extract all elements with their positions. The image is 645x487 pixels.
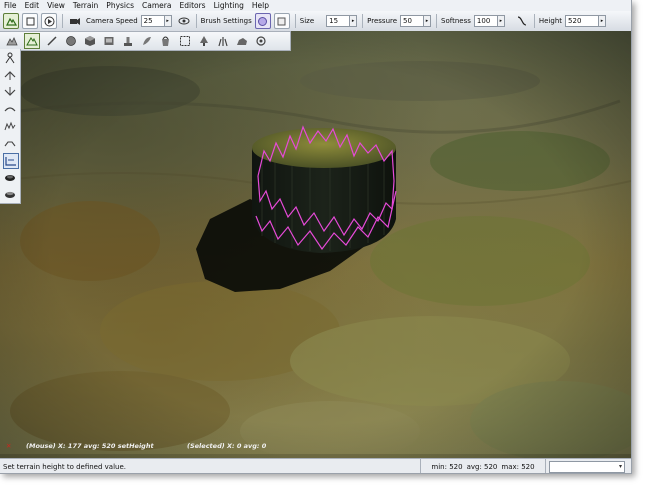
origin-marker: ✕ (6, 442, 12, 450)
softness-label: Softness (441, 17, 471, 25)
height-label: Height (538, 17, 563, 25)
height-arrow[interactable]: ▸ (599, 15, 607, 27)
sphere-icon[interactable] (64, 34, 78, 48)
avg-stat: avg: 520 (466, 462, 498, 471)
terrain-scene (0, 31, 631, 458)
terrain-editor-icon (5, 17, 17, 26)
camera-icon (68, 14, 82, 28)
left-toolbar (0, 49, 21, 204)
select-box-icon[interactable] (178, 34, 192, 48)
menu-help[interactable]: Help (248, 0, 273, 11)
camera-speed-arrow[interactable]: ▸ (164, 15, 172, 27)
tool-toolbar (0, 31, 291, 51)
size-field[interactable]: 15 (326, 15, 351, 27)
toolbar-separator (294, 14, 296, 28)
min-stat: min: 520 (431, 462, 463, 471)
toolbar-separator (195, 14, 197, 28)
material-icon[interactable] (102, 34, 116, 48)
play-icon (44, 16, 54, 26)
status-dropdown[interactable]: ▾ (549, 461, 625, 473)
height-stats: min: 520 avg: 520 max: 520 (420, 459, 546, 473)
eye-icon[interactable] (177, 14, 191, 28)
menu-terrain[interactable]: Terrain (69, 0, 102, 11)
lower-height-icon[interactable] (3, 85, 17, 99)
main-toolbar: Camera Speed 25 ▸ Brush Settings Size 15… (0, 11, 631, 32)
editor-window: File Edit View Terrain Physics Camera Ed… (0, 0, 632, 474)
grass-icon[interactable] (216, 34, 230, 48)
feather-icon[interactable] (140, 34, 154, 48)
camera-speed-value: 25 (143, 17, 153, 25)
status-message: Set terrain height to defined value. (3, 462, 127, 471)
chevron-down-icon: ▾ (618, 463, 622, 470)
menu-lighting[interactable]: Lighting (210, 0, 248, 11)
brush-settings-label: Brush Settings (200, 17, 252, 25)
fill-icon[interactable] (3, 187, 17, 201)
height-field[interactable]: 520 (565, 15, 600, 27)
status-bar: Set terrain height to defined value. min… (0, 458, 631, 473)
menu-edit[interactable]: Edit (21, 0, 44, 11)
rock-icon[interactable] (235, 34, 249, 48)
raise-height-icon[interactable] (3, 68, 17, 82)
pressure-field[interactable]: 50 (400, 15, 425, 27)
play-button[interactable] (41, 13, 57, 29)
tree-icon[interactable] (197, 34, 211, 48)
brush-square-button[interactable] (273, 13, 290, 29)
paint-icon[interactable] (24, 33, 40, 49)
smooth-icon[interactable] (3, 102, 17, 116)
set-height-icon[interactable] (3, 51, 17, 65)
toolbar-separator (62, 14, 63, 28)
camera-speed-label: Camera Speed (86, 17, 138, 25)
pressure-label: Pressure (367, 17, 398, 25)
adjust-height-icon[interactable] (3, 153, 19, 169)
menu-editors[interactable]: Editors (175, 0, 209, 11)
pressure-arrow[interactable]: ▸ (424, 15, 432, 27)
mouse-readout: (Mouse) X: 177 avg: 520 setHeight (26, 442, 154, 450)
pencil-icon[interactable] (45, 34, 59, 48)
menu-view[interactable]: View (43, 0, 69, 11)
toolbar-separator (362, 14, 364, 28)
object-icon[interactable] (254, 34, 268, 48)
camera-speed-field[interactable]: 25 (140, 15, 165, 27)
selected-readout: (Selected) X: 0 avg: 0 (187, 442, 267, 450)
menu-physics[interactable]: Physics (102, 0, 138, 11)
softness-value: 100 (476, 17, 491, 25)
noise-icon[interactable] (3, 119, 17, 133)
softness-field[interactable]: 100 (473, 15, 498, 27)
height-value: 520 (568, 17, 582, 25)
toolbar-separator (533, 14, 535, 28)
menu-camera[interactable]: Camera (138, 0, 175, 11)
brush-circle-button[interactable] (254, 13, 271, 29)
terrain-editor-button[interactable] (3, 13, 19, 29)
brush-circle-icon (258, 16, 268, 26)
softness-curve-icon[interactable] (515, 14, 529, 28)
hole-icon[interactable] (3, 170, 17, 184)
raise-icon[interactable] (5, 34, 19, 48)
size-arrow[interactable]: ▸ (350, 15, 358, 27)
size-value: 15 (329, 17, 339, 25)
max-stat: max: 520 (501, 462, 535, 471)
menu-file[interactable]: File (0, 0, 21, 11)
stamp-icon[interactable] (121, 34, 135, 48)
record-button[interactable] (22, 13, 38, 29)
cube-icon[interactable] (83, 34, 97, 48)
toolbar-separator (436, 14, 438, 28)
flatten-icon[interactable] (3, 136, 17, 150)
brush-square-icon (277, 17, 286, 25)
bucket-icon[interactable] (159, 34, 173, 48)
menu-bar: File Edit View Terrain Physics Camera Ed… (0, 0, 631, 11)
terrain-viewport[interactable]: ✕ (0, 31, 631, 458)
pressure-value: 50 (403, 17, 412, 25)
record-icon (26, 17, 34, 25)
softness-arrow[interactable]: ▸ (497, 15, 505, 27)
size-label: Size (299, 17, 315, 25)
